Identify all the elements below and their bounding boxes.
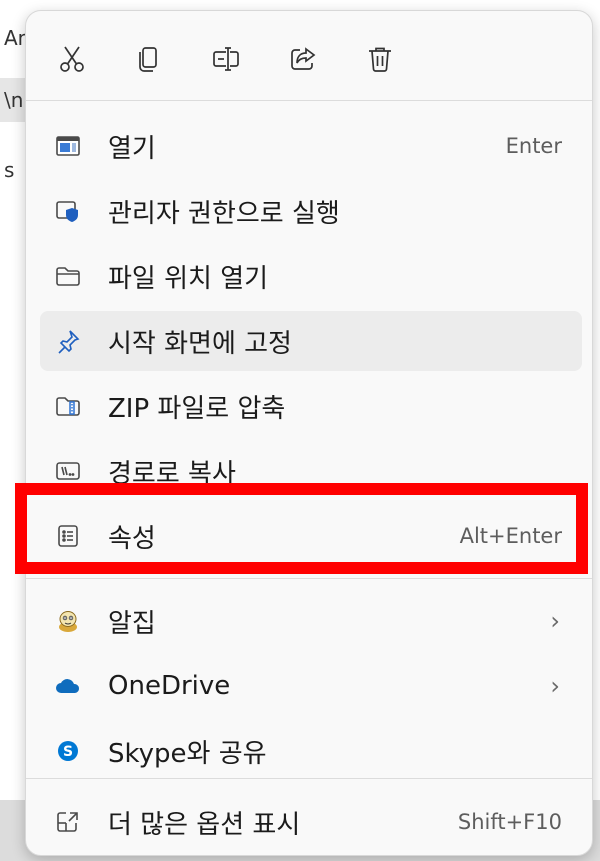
menu-item-alzip[interactable]: 알집 ›	[40, 591, 582, 651]
menu-item-properties[interactable]: 속성 Alt+Enter	[40, 506, 582, 566]
chevron-right-icon: ›	[550, 672, 560, 700]
menu-separator	[26, 778, 592, 779]
more-options-icon	[54, 808, 82, 836]
pin-icon	[54, 327, 82, 355]
menu-item-copy-as-path[interactable]: 경로로 복사	[40, 441, 582, 501]
trash-icon	[369, 47, 391, 72]
skype-icon: S	[54, 737, 82, 765]
menu-item-open-file-location[interactable]: 파일 위치 열기	[40, 246, 582, 306]
menu-item-label: 관리자 권한으로 실행	[108, 198, 340, 229]
context-menu: 열기 Enter 관리자 권한으로 실행 파일 위치 열기 시작 화면에 고정 …	[25, 10, 593, 856]
menu-item-onedrive[interactable]: OneDrive ›	[40, 656, 582, 716]
menu-item-share-skype[interactable]: S Skype와 공유	[40, 721, 582, 781]
alzip-icon	[54, 607, 82, 635]
menu-item-shortcut: Shift+F10	[457, 810, 562, 834]
menu-item-pin-to-start[interactable]: 시작 화면에 고정	[40, 311, 582, 371]
menu-item-shortcut: Alt+Enter	[459, 524, 562, 548]
chevron-right-icon: ›	[550, 607, 560, 635]
cloud-icon	[54, 672, 82, 700]
path-icon	[54, 457, 82, 485]
menu-item-label: 속성	[108, 523, 156, 554]
context-menu-toolbar	[52, 29, 437, 89]
menu-item-shortcut: Enter	[505, 134, 562, 158]
folder-icon	[54, 262, 82, 290]
share-icon	[291, 47, 316, 70]
delete-button[interactable]	[360, 37, 400, 81]
cut-button[interactable]	[52, 37, 92, 81]
menu-item-label: 파일 위치 열기	[108, 263, 269, 294]
window-icon	[54, 132, 82, 160]
properties-icon	[54, 522, 82, 550]
copy-icon	[139, 47, 157, 72]
menu-item-label: 알집	[108, 608, 156, 639]
menu-item-label: ZIP 파일로 압축	[108, 393, 286, 424]
svg-text:S: S	[63, 744, 73, 760]
menu-item-label: 열기	[108, 133, 156, 164]
rename-icon	[213, 47, 239, 71]
menu-item-label: OneDrive	[108, 671, 231, 701]
menu-item-label: 경로로 복사	[108, 458, 236, 489]
menu-item-label: Skype와 공유	[108, 738, 267, 769]
menu-item-label: 시작 화면에 고정	[108, 328, 292, 359]
shield-icon	[54, 197, 82, 225]
menu-item-run-as-admin[interactable]: 관리자 권한으로 실행	[40, 181, 582, 241]
menu-item-open[interactable]: 열기 Enter	[40, 116, 582, 176]
zip-folder-icon	[54, 392, 82, 420]
menu-item-compress-zip[interactable]: ZIP 파일로 압축	[40, 376, 582, 436]
menu-separator	[26, 578, 592, 579]
copy-button[interactable]	[129, 37, 169, 81]
scissors-icon	[60, 46, 84, 72]
share-button[interactable]	[283, 37, 323, 81]
rename-button[interactable]	[206, 37, 246, 81]
menu-item-label: 더 많은 옵션 표시	[108, 809, 301, 840]
menu-item-show-more-options[interactable]: 더 많은 옵션 표시 Shift+F10	[40, 792, 582, 852]
menu-separator	[26, 100, 592, 101]
